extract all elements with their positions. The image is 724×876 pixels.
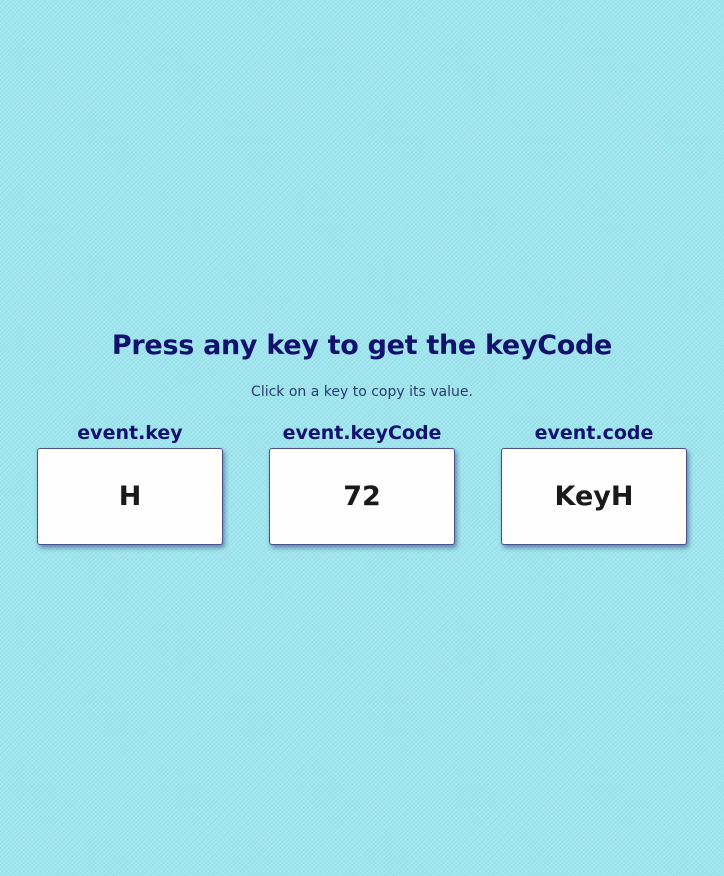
event-code-value: KeyH [554, 481, 634, 512]
subtitle: Click on a key to copy its value. [251, 384, 473, 400]
card-label-event-code: event.code [534, 422, 654, 444]
page-title: Press any key to get the keyCode [111, 330, 613, 361]
event-key-value: H [118, 481, 142, 512]
copy-event-keycode-button[interactable]: 72 [269, 448, 455, 545]
card-event-code: event.code KeyH [501, 420, 687, 545]
event-keycode-value: 72 [343, 481, 381, 512]
card-label-event-key: event.key [77, 422, 183, 444]
copy-event-code-button[interactable]: KeyH [501, 448, 687, 545]
key-info-cards: event.key H event.keyCode 72 event.code … [37, 420, 687, 545]
card-event-key: event.key H [37, 420, 223, 545]
card-event-keycode: event.keyCode 72 [269, 420, 455, 545]
copy-event-key-button[interactable]: H [37, 448, 223, 545]
card-label-event-keycode: event.keyCode [282, 422, 442, 444]
